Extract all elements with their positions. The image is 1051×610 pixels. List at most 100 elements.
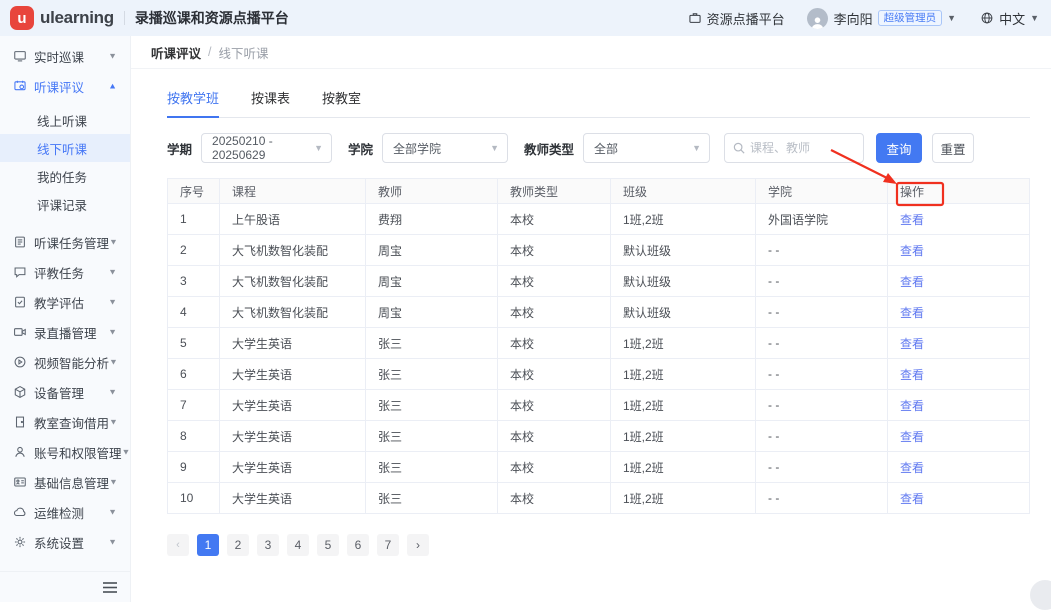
college-select[interactable]: 全部学院 ▼ [382,133,508,163]
cell-index: 10 [168,483,220,514]
logo-divider [124,11,125,25]
next-page-button[interactable]: › [407,534,429,556]
view-link[interactable]: 查看 [900,306,924,320]
sidebar-item-video-analysis[interactable]: 视频智能分析 ▼ [0,347,130,377]
globe-icon [980,11,994,25]
page-button-4[interactable]: 4 [287,534,309,556]
sidebar-item-offline-listening[interactable]: 线下听课 [0,134,130,162]
sidebar-item-online-listening[interactable]: 线上听课 [0,106,130,134]
table-row: 1 上午股语 费翔 本校 1班,2班 外国语学院 查看 [168,204,1030,235]
sidebar-item-realtime-patrol[interactable]: 实时巡课 ▼ [0,41,130,71]
video-camera-icon [13,325,27,339]
cell-index: 3 [168,266,220,297]
cell-index: 9 [168,452,220,483]
cell-teacher-type: 本校 [498,328,611,359]
cell-teacher: 费翔 [366,204,498,235]
user-menu[interactable]: 李向阳 超级管理员 ▼ [807,8,956,29]
reset-button[interactable]: 重置 [932,133,974,163]
chevron-down-icon: ▼ [306,143,323,153]
chevron-down-icon: ▼ [109,238,118,247]
tab-by-classroom[interactable]: 按教室 [322,79,361,117]
page-button-1[interactable]: 1 [197,534,219,556]
cell-index: 4 [168,297,220,328]
table-row: 7 大学生英语 张三 本校 1班,2班 - - 查看 [168,390,1030,421]
page-button-6[interactable]: 6 [347,534,369,556]
floating-widget[interactable] [1030,580,1051,610]
view-link[interactable]: 查看 [900,337,924,351]
user-avatar [807,8,828,29]
semester-select[interactable]: 20250210 - 20250629 ▼ [201,133,332,163]
cell-classes: 1班,2班 [611,421,756,452]
sidebar-item-system-settings[interactable]: 系统设置 ▼ [0,527,130,557]
sidebar-item-listening-task-mgmt[interactable]: 听课任务管理 ▼ [0,227,130,257]
cell-course: 大飞机数智化装配 [220,235,366,266]
chat-bubble-icon [13,265,27,279]
sidebar-item-recording-mgmt[interactable]: 录直播管理 ▼ [0,317,130,347]
sidebar-item-account-permissions[interactable]: 账号和权限管理 ▼ [0,437,130,467]
chevron-down-icon: ▼ [684,143,701,153]
col-index: 序号 [168,179,220,204]
page-button-2[interactable]: 2 [227,534,249,556]
user-icon [13,445,27,459]
sidebar-item-basic-info[interactable]: 基础信息管理 ▼ [0,467,130,497]
page-button-7[interactable]: 7 [377,534,399,556]
cell-action: 查看 [888,235,1030,266]
query-button[interactable]: 查询 [876,133,922,163]
cell-teacher-type: 本校 [498,235,611,266]
ulearning-logo-icon: u [10,6,34,30]
cell-teacher: 周宝 [366,266,498,297]
sidebar-item-evaluation-tasks[interactable]: 评教任务 ▼ [0,257,130,287]
cell-college: - - [756,235,888,266]
chevron-down-icon: ▼ [108,328,117,337]
view-link[interactable]: 查看 [900,275,924,289]
breadcrumb-section[interactable]: 听课评议 [151,43,201,62]
sidebar-item-ops-monitoring[interactable]: 运维检测 ▼ [0,497,130,527]
table-row: 2 大飞机数智化装配 周宝 本校 默认班级 - - 查看 [168,235,1030,266]
collapse-menu-icon[interactable] [103,582,117,593]
cell-course: 大学生英语 [220,452,366,483]
sidebar-item-teaching-assessment[interactable]: 教学评估 ▼ [0,287,130,317]
cell-action: 查看 [888,359,1030,390]
user-role-badge: 超级管理员 [878,10,943,26]
sidebar-item-review-records[interactable]: 评课记录 [0,190,130,218]
page-button-5[interactable]: 5 [317,534,339,556]
chevron-down-icon: ▼ [1030,13,1039,23]
chevron-down-icon: ▼ [108,508,117,517]
platform-link[interactable]: 资源点播平台 [688,9,785,28]
language-switcher[interactable]: 中文 ▼ [980,9,1039,28]
view-link[interactable]: 查看 [900,244,924,258]
cell-action: 查看 [888,204,1030,235]
sidebar-item-label: 基础信息管理 [34,473,109,492]
search-box [724,133,864,163]
cell-teacher: 周宝 [366,297,498,328]
sidebar-item-lesson-review[interactable]: 听课评议 ▲ [0,71,130,101]
cell-index: 8 [168,421,220,452]
view-link[interactable]: 查看 [900,492,924,506]
sidebar-item-device-mgmt[interactable]: 设备管理 ▼ [0,377,130,407]
cell-classes: 1班,2班 [611,452,756,483]
sidebar-item-my-tasks[interactable]: 我的任务 [0,162,130,190]
view-link[interactable]: 查看 [900,368,924,382]
col-actions: 操作 [888,179,1030,204]
search-input[interactable] [750,141,855,155]
college-value: 全部学院 [393,140,441,157]
teacher-type-select[interactable]: 全部 ▼ [583,133,710,163]
teacher-type-value: 全部 [594,140,618,157]
sidebar-item-classroom-borrow[interactable]: 教室查询借用 ▼ [0,407,130,437]
logo-glyph: u [17,10,26,27]
tab-by-timetable[interactable]: 按课表 [251,79,290,117]
view-link[interactable]: 查看 [900,399,924,413]
view-link[interactable]: 查看 [900,461,924,475]
semester-value: 20250210 - 20250629 [212,134,306,162]
semester-label: 学期 [167,139,192,158]
prev-page-button[interactable]: ‹ [167,534,189,556]
view-link[interactable]: 查看 [900,213,924,227]
cell-classes: 1班,2班 [611,483,756,514]
sidebar-footer [0,571,130,602]
sidebar-submenu: 线上听课 线下听课 我的任务 评课记录 [0,106,130,218]
cell-teacher: 周宝 [366,235,498,266]
page-button-3[interactable]: 3 [257,534,279,556]
tab-by-teaching-class[interactable]: 按教学班 [167,79,219,117]
view-link[interactable]: 查看 [900,430,924,444]
table-header-row: 序号 课程 教师 教师类型 班级 学院 操作 [168,179,1030,204]
